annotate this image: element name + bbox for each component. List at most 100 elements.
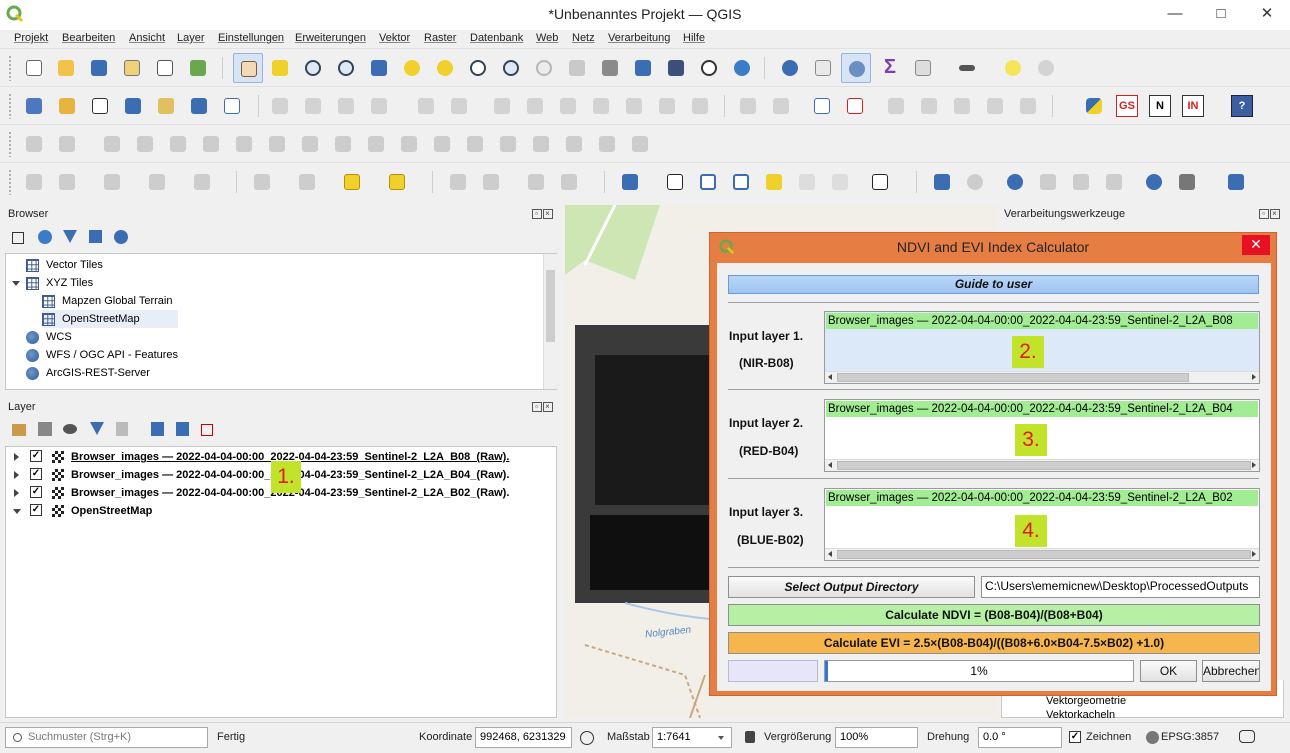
data-source-manager-icon[interactable]	[22, 94, 46, 118]
menu-erweiterungen[interactable]: Erweiterungen	[295, 32, 366, 44]
new-temporary-layer-icon[interactable]	[154, 94, 178, 118]
zoom-field[interactable]: 100%	[835, 727, 918, 748]
coordinate-field[interactable]: 992468, 6231329	[475, 727, 572, 748]
browser-scrollbar[interactable]	[543, 254, 557, 389]
layer-panel-buttons[interactable]: ▫ ×	[531, 401, 553, 412]
visibility-icon[interactable]	[63, 424, 77, 434]
layer-checkbox[interactable]: ✓	[30, 468, 42, 480]
help-icon[interactable]: ?	[1231, 95, 1253, 117]
expand-layer-caret[interactable]	[14, 471, 19, 479]
point-text-annotation-icon[interactable]	[795, 170, 819, 194]
new-bookmark-icon[interactable]	[631, 56, 655, 80]
zoom-native-icon[interactable]	[466, 56, 490, 80]
browser-item-openstreetmap[interactable]: OpenStreetMap	[42, 310, 178, 328]
rotate-point-icon[interactable]	[529, 132, 553, 156]
layers-icon[interactable]	[1224, 170, 1248, 194]
paste-features-icon[interactable]	[589, 94, 613, 118]
label-toolbar-icon[interactable]	[736, 94, 760, 118]
crosshair-icon[interactable]	[963, 170, 987, 194]
menu-bearbeiten[interactable]: Bearbeiten	[62, 32, 115, 44]
add-line-icon[interactable]	[367, 94, 391, 118]
undo-icon[interactable]	[622, 94, 646, 118]
save-edits-icon[interactable]	[334, 94, 358, 118]
select-location-icon[interactable]	[295, 170, 319, 194]
show-bookmarks-icon[interactable]	[664, 56, 688, 80]
select-all-icon[interactable]	[145, 170, 169, 194]
gs-plugin-icon[interactable]: GS	[1116, 95, 1138, 117]
browser-item-arcgis[interactable]: ArcGIS-REST-Server	[26, 364, 150, 382]
split-parts-icon[interactable]	[430, 132, 454, 156]
properties-icon[interactable]	[114, 230, 128, 244]
offset-curve-icon[interactable]	[364, 132, 388, 156]
scale-dropdown-icon[interactable]	[718, 736, 724, 740]
output-path-field[interactable]: C:\Users\ememicnew\Desktop\ProcessedOutp…	[981, 576, 1260, 598]
menu-netz[interactable]: Netz	[572, 32, 595, 44]
gps-4-icon[interactable]	[1102, 170, 1126, 194]
menu-web[interactable]: Web	[536, 32, 558, 44]
cancel-button[interactable]: Abbrechen	[1202, 660, 1260, 682]
in-plugin-icon[interactable]: IN	[1182, 95, 1204, 117]
open-project-icon[interactable]	[54, 56, 78, 80]
browser-item-xyz-tiles[interactable]: XYZ Tiles	[26, 274, 93, 292]
zoom-full-icon[interactable]	[367, 56, 391, 80]
save-as-icon[interactable]	[120, 56, 144, 80]
zoom-next-icon[interactable]	[532, 56, 556, 80]
label-change-icon[interactable]	[950, 94, 974, 118]
fill-ring-icon[interactable]	[232, 132, 256, 156]
locator-search-input[interactable]: Suchmuster (Strg+K)	[5, 727, 208, 748]
calculate-evi-button[interactable]: Calculate EVI = 2.5×(B08-B04)/((B08+6.0×…	[728, 632, 1260, 654]
new-shapefile-icon[interactable]	[88, 94, 112, 118]
layer-item-openstreetmap[interactable]: OpenStreetMap	[71, 502, 152, 520]
filter-expression-icon[interactable]	[116, 422, 128, 436]
redo-icon[interactable]	[655, 94, 679, 118]
collapse-all-layers-icon[interactable]	[176, 422, 189, 436]
move-feature-icon[interactable]	[55, 132, 79, 156]
digitize-icon[interactable]	[121, 94, 145, 118]
menu-ansicht[interactable]: Ansicht	[129, 32, 165, 44]
redo-2-icon[interactable]	[688, 94, 712, 118]
filter-browser-icon[interactable]	[63, 230, 77, 243]
style-manager-icon[interactable]	[186, 56, 210, 80]
delete-part-icon[interactable]	[298, 132, 322, 156]
processing-toolbox-icon[interactable]	[841, 53, 871, 83]
text-format-icon[interactable]	[868, 170, 892, 194]
map-tips-icon[interactable]	[1001, 56, 1025, 80]
style-layer-icon[interactable]	[12, 424, 26, 436]
statistical-summary-icon[interactable]: Σ	[878, 56, 902, 80]
temporal-controller-icon[interactable]	[697, 56, 721, 80]
select-annotation-icon[interactable]	[663, 170, 687, 194]
vertex-tool-icon[interactable]	[414, 94, 438, 118]
attribute-calc-icon[interactable]	[446, 170, 470, 194]
new-virtual-layer-icon[interactable]	[187, 94, 211, 118]
maximize-button[interactable]: □	[1198, 0, 1244, 30]
topology-icon[interactable]	[557, 170, 581, 194]
polygon-annotation-icon[interactable]	[696, 170, 720, 194]
menu-projekt[interactable]: Projekt	[14, 32, 48, 44]
menu-verarbeitung[interactable]: Verarbeitung	[608, 32, 670, 44]
render-checkbox[interactable]: ✓	[1069, 731, 1081, 743]
layer-checkbox[interactable]: ✓	[30, 504, 42, 516]
new-map-view-icon[interactable]	[565, 56, 589, 80]
crs-label[interactable]: EPSG:3857	[1161, 731, 1219, 743]
new-geopackage-icon[interactable]	[55, 94, 79, 118]
input-layer-2-list[interactable]: Browser_images — 2022-04-04-00:00_2022-0…	[824, 399, 1260, 472]
refresh-browser-icon[interactable]	[38, 230, 52, 244]
transform-icon[interactable]	[628, 132, 652, 156]
snapping-icon[interactable]	[524, 170, 548, 194]
expand-xyz-caret[interactable]	[12, 281, 20, 286]
modify-attributes-icon[interactable]	[447, 94, 471, 118]
simplify-icon[interactable]	[133, 132, 157, 156]
pan-to-selection-icon[interactable]	[268, 56, 292, 80]
processing-panel-buttons[interactable]: ▫ ×	[1258, 208, 1280, 219]
delete-ring-icon[interactable]	[265, 132, 289, 156]
zoom-last-icon[interactable]	[499, 56, 523, 80]
copy-features-icon[interactable]	[556, 94, 580, 118]
layer-checkbox[interactable]: ✓	[30, 450, 42, 462]
trim-extend-icon[interactable]	[562, 132, 586, 156]
zoom-to-selection-icon[interactable]	[400, 56, 424, 80]
menu-layer[interactable]: Layer	[177, 32, 205, 44]
line-annotation-icon[interactable]	[729, 170, 753, 194]
coordinate-toggle-icon[interactable]	[580, 731, 594, 745]
browser-item-vector-tiles[interactable]: Vector Tiles	[26, 256, 103, 274]
select-layer-icon[interactable]	[385, 170, 409, 194]
